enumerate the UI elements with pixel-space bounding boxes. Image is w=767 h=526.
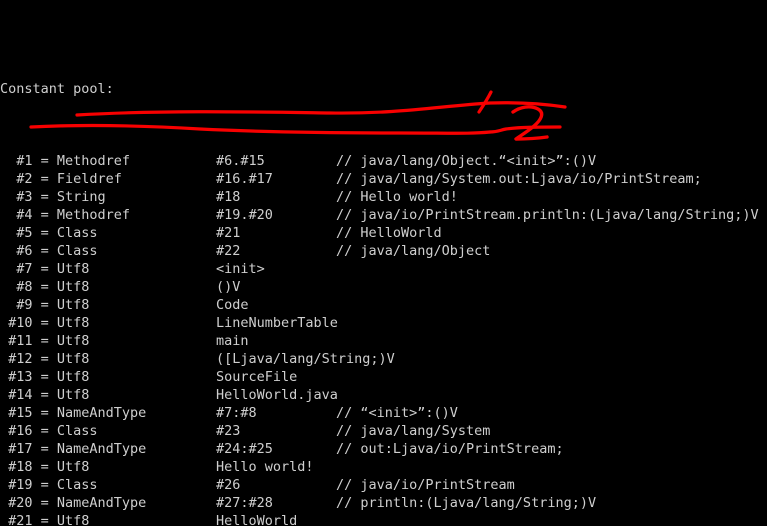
- constant-pool-entry-index: #19 = Class: [0, 477, 98, 493]
- constant-pool-row: #2 = Fieldref #16.#17 // java/lang/System.…: [0, 170, 767, 188]
- clipped-line: [0, 26, 767, 44]
- constant-pool-heading: Constant pool:: [0, 80, 767, 98]
- constant-pool-entry-value: #16.#17: [216, 171, 273, 187]
- constant-pool-entry-value: #26: [216, 477, 241, 493]
- constant-pool-entry-value: Hello world!: [216, 459, 314, 475]
- constant-pool-entry-comment: // println:(Ljava/lang/String;)V: [336, 495, 597, 511]
- constant-pool-entry-comment: // HelloWorld: [336, 225, 442, 241]
- constant-pool-entry-index: #4 = Methodref: [0, 207, 131, 223]
- constant-pool-entry-value: #23: [216, 423, 241, 439]
- constant-pool-entry-comment: // java/io/PrintStream: [336, 477, 515, 493]
- constant-pool-row: #12 = Utf8 ([Ljava/lang/String;)V: [0, 350, 767, 368]
- constant-pool-entry-value: #19.#20: [216, 207, 273, 223]
- constant-pool-entry-index: #21 = Utf8: [0, 513, 90, 526]
- constant-pool-listing: Constant pool: #1 = Methodref #6.#15 // ja…: [0, 0, 767, 526]
- constant-pool-entry-index: #15 = NameAndType: [0, 405, 147, 421]
- constant-pool-entry-index: #2 = Fieldref: [0, 171, 122, 187]
- constant-pool-entry-comment: // Hello world!: [336, 189, 458, 205]
- constant-pool-entry-index: #18 = Utf8: [0, 459, 90, 475]
- constant-pool-entry-value: #7:#8: [216, 405, 257, 421]
- constant-pool-entry-comment: // “<init>”:()V: [336, 405, 458, 421]
- constant-pool-entry-index: #16 = Class: [0, 423, 98, 439]
- constant-pool-entry-value: LineNumberTable: [216, 315, 338, 331]
- constant-pool-row: #8 = Utf8 ()V: [0, 278, 767, 296]
- constant-pool-entry-value: #6.#15: [216, 153, 265, 169]
- constant-pool-row: #7 = Utf8 <init>: [0, 260, 767, 278]
- constant-pool-entry-index: #13 = Utf8: [0, 369, 90, 385]
- constant-pool-entry-comment: // java/lang/Object: [336, 243, 491, 259]
- constant-pool-entry-value: main: [216, 333, 249, 349]
- constant-pool-entry-value: #24:#25: [216, 441, 273, 457]
- constant-pool-entry-comment: // java/io/PrintStream.println:(Ljava/la…: [336, 207, 759, 223]
- constant-pool-row: #21 = Utf8 HelloWorld: [0, 512, 767, 526]
- constant-pool-entry-comment: // java/lang/System.out:Ljava/io/PrintSt…: [336, 171, 702, 187]
- constant-pool-entry-comment: // out:Ljava/io/PrintStream;: [336, 441, 564, 457]
- constant-pool-entry-value: ()V: [216, 279, 241, 295]
- constant-pool-row: #1 = Methodref #6.#15 // java/lang/Object.…: [0, 152, 767, 170]
- constant-pool-entry-comment: // java/lang/Object.“<init>”:()V: [336, 153, 597, 169]
- constant-pool-row: #15 = NameAndType #7:#8 // “<init>”:()V: [0, 404, 767, 422]
- constant-pool-entry-value: HelloWorld.java: [216, 387, 338, 403]
- constant-pool-entry-value: #22: [216, 243, 241, 259]
- constant-pool-row: #16 = Class #23 // java/lang/System: [0, 422, 767, 440]
- constant-pool-entry-index: #14 = Utf8: [0, 387, 90, 403]
- constant-pool-row: #17 = NameAndType #24:#25 // out:Ljava/io/…: [0, 440, 767, 458]
- constant-pool-row: #19 = Class #26 // java/io/PrintStream: [0, 476, 767, 494]
- constant-pool-entry-index: #7 = Utf8: [0, 261, 90, 277]
- constant-pool-entry-value: #21: [216, 225, 241, 241]
- constant-pool-entry-value: SourceFile: [216, 369, 298, 385]
- constant-pool-row: #3 = String #18 // Hello world!: [0, 188, 767, 206]
- constant-pool-entry-value: HelloWorld: [216, 513, 298, 526]
- constant-pool-entry-value: <init>: [216, 261, 265, 277]
- constant-pool-entry-index: #1 = Methodref: [0, 153, 131, 169]
- constant-pool-entry-index: #8 = Utf8: [0, 279, 90, 295]
- terminal-window: Constant pool: #1 = Methodref #6.#15 // ja…: [0, 0, 767, 526]
- constant-pool-entry-index: #12 = Utf8: [0, 351, 90, 367]
- constant-pool-entry-index: #3 = String: [0, 189, 106, 205]
- constant-pool-entry-index: #11 = Utf8: [0, 333, 90, 349]
- constant-pool-row: #18 = Utf8 Hello world!: [0, 458, 767, 476]
- constant-pool-row: #10 = Utf8 LineNumberTable: [0, 314, 767, 332]
- constant-pool-entry-index: #17 = NameAndType: [0, 441, 147, 457]
- constant-pool-row: #9 = Utf8 Code: [0, 296, 767, 314]
- constant-pool-row: #4 = Methodref #19.#20 // java/io/PrintStr…: [0, 206, 767, 224]
- constant-pool-entry-value: ([Ljava/lang/String;)V: [216, 351, 395, 367]
- constant-pool-row: #20 = NameAndType #27:#28 // println:(Ljav…: [0, 494, 767, 512]
- constant-pool-row: #5 = Class #21 // HelloWorld: [0, 224, 767, 242]
- constant-pool-entry-index: #20 = NameAndType: [0, 495, 147, 511]
- constant-pool-heading-label: Constant pool:: [0, 81, 114, 97]
- constant-pool-row: #6 = Class #22 // java/lang/Object: [0, 242, 767, 260]
- constant-pool-row: #13 = Utf8 SourceFile: [0, 368, 767, 386]
- constant-pool-entry-index: #5 = Class: [0, 225, 98, 241]
- constant-pool-entry-index: #9 = Utf8: [0, 297, 90, 313]
- constant-pool-entry-index: #10 = Utf8: [0, 315, 90, 331]
- constant-pool-row: #11 = Utf8 main: [0, 332, 767, 350]
- constant-pool-entry-index: #6 = Class: [0, 243, 98, 259]
- constant-pool-entry-value: Code: [216, 297, 249, 313]
- constant-pool-entry-value: #18: [216, 189, 241, 205]
- constant-pool-row: #14 = Utf8 HelloWorld.java: [0, 386, 767, 404]
- constant-pool-entry-comment: // java/lang/System: [336, 423, 491, 439]
- constant-pool-entry-value: #27:#28: [216, 495, 273, 511]
